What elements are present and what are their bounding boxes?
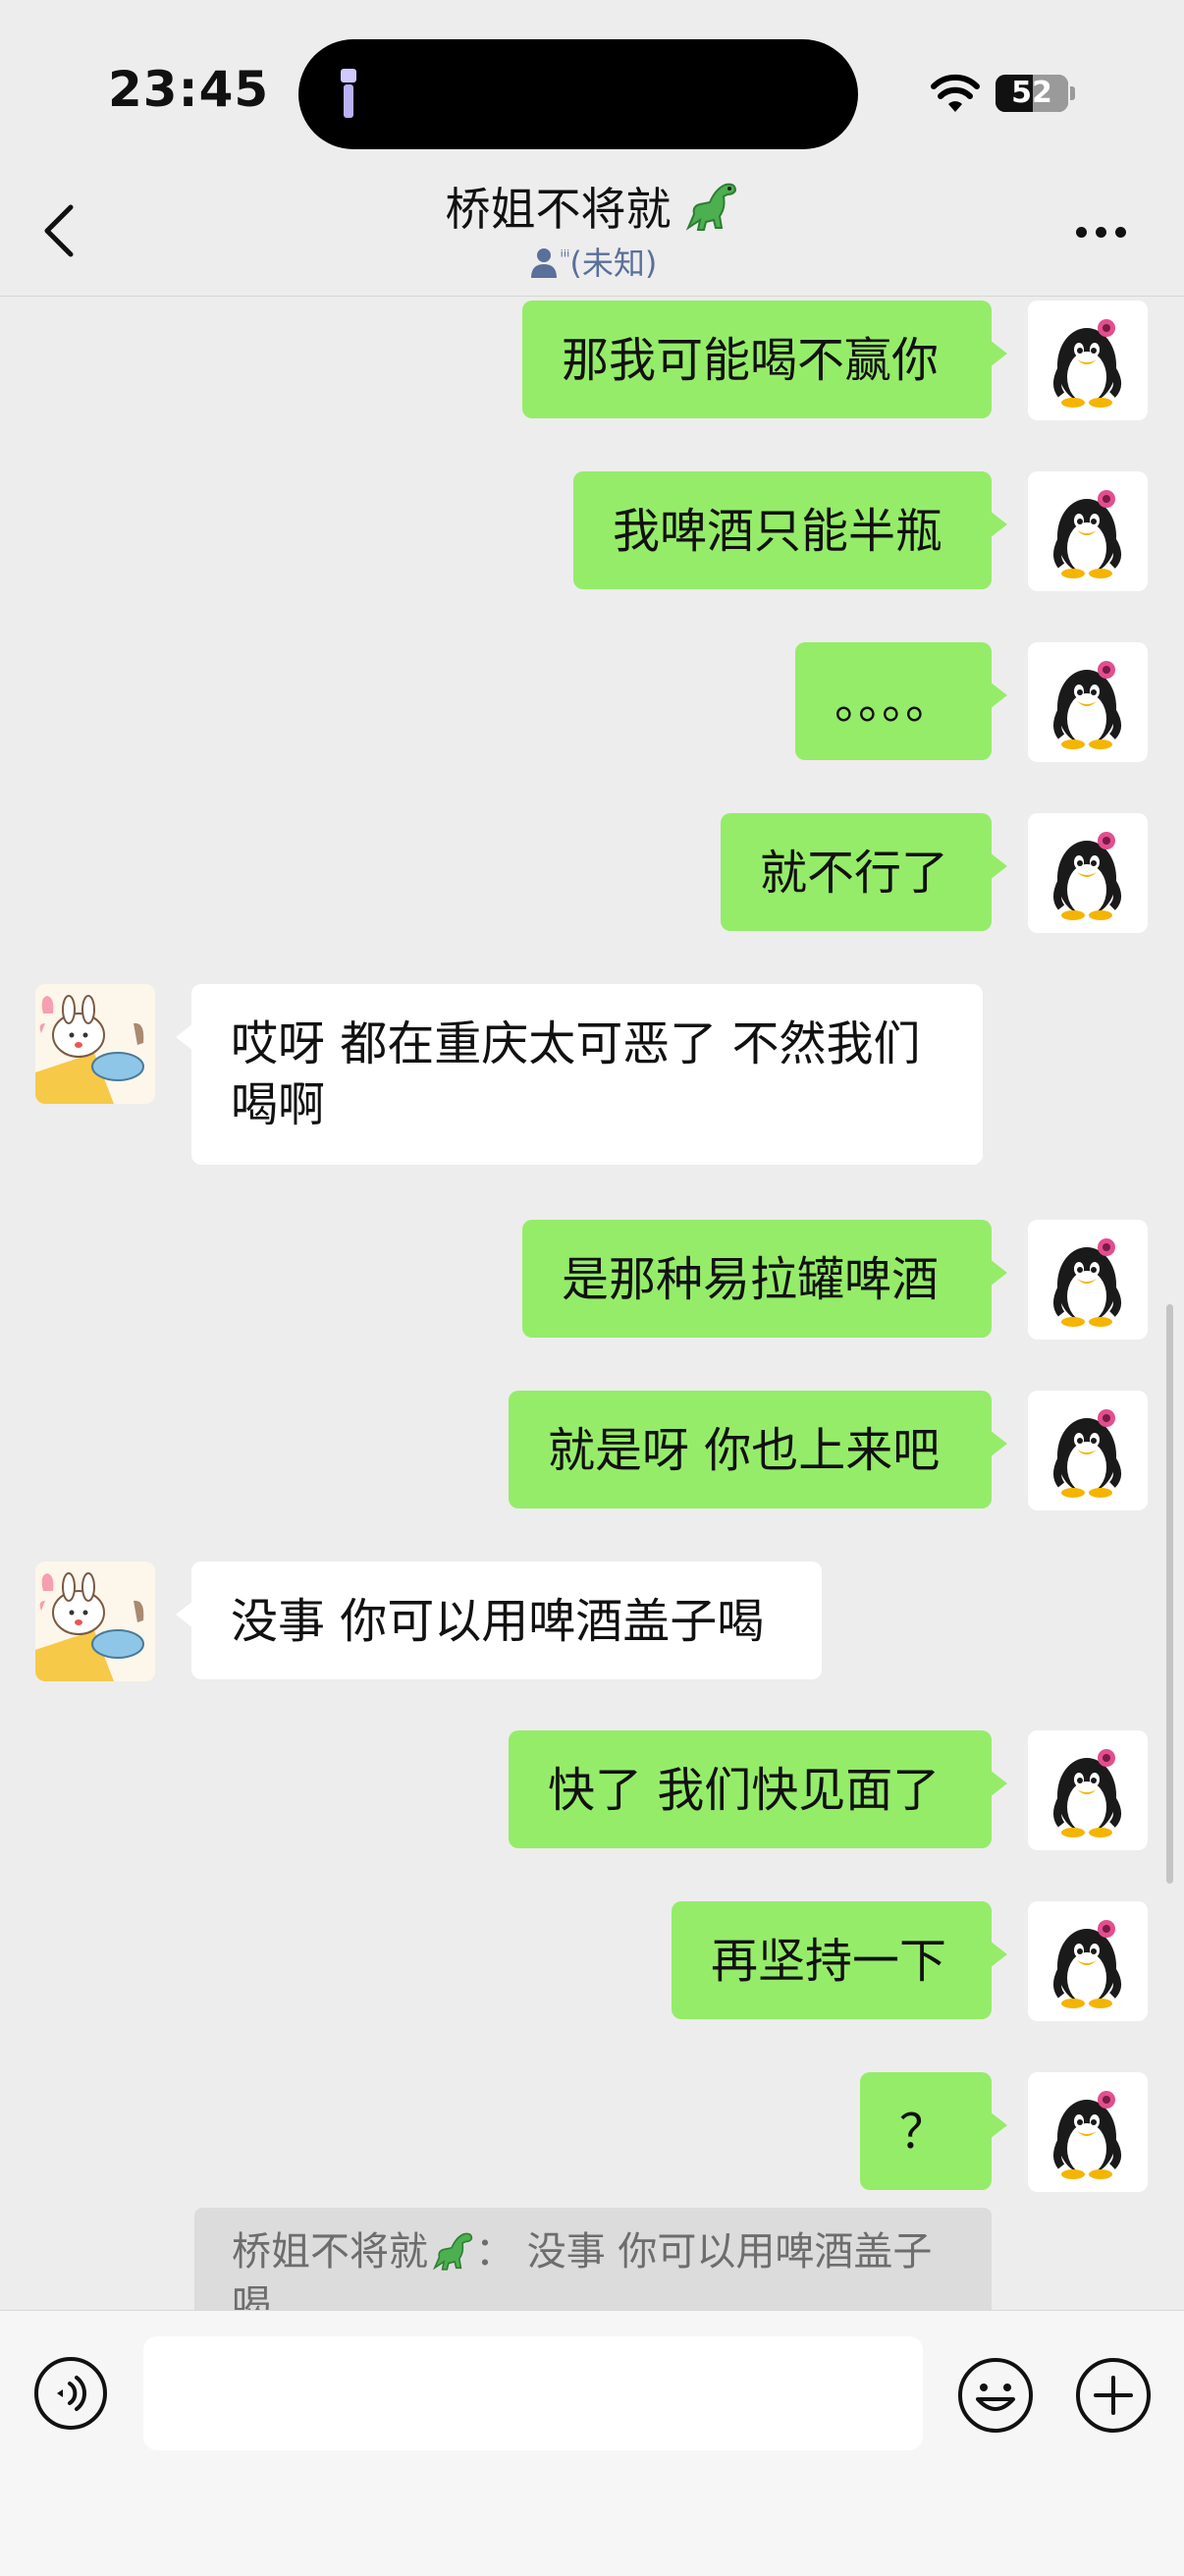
my-avatar[interactable] bbox=[1028, 1220, 1148, 1340]
contact-message-bubble[interactable]: 没事 你可以用啤酒盖子喝 bbox=[176, 1562, 822, 1679]
contact-avatar[interactable] bbox=[35, 1562, 155, 1681]
my-message-bubble[interactable]: 就不行了 bbox=[721, 813, 1007, 931]
dinosaur-emoji-icon bbox=[432, 2232, 473, 2271]
battery-percent: 52 bbox=[1011, 76, 1052, 110]
person-icon bbox=[530, 248, 557, 278]
wifi-icon bbox=[931, 74, 980, 112]
my-avatar[interactable] bbox=[1028, 2072, 1148, 2192]
my-avatar[interactable] bbox=[1028, 642, 1148, 762]
status-text: (未知) bbox=[569, 245, 658, 282]
my-message-bubble[interactable]: 是那种易拉罐啤酒 bbox=[522, 1220, 1007, 1338]
my-avatar[interactable] bbox=[1028, 301, 1148, 420]
my-avatar[interactable] bbox=[1028, 1391, 1148, 1510]
contact-avatar[interactable] bbox=[35, 984, 155, 1104]
status-time: 23:45 bbox=[108, 61, 270, 118]
contact-message-bubble[interactable]: 哎呀 都在重庆太可恶了 不然我们 喝啊 bbox=[176, 984, 983, 1165]
my-avatar[interactable] bbox=[1028, 471, 1148, 591]
voice-icon[interactable] bbox=[33, 2356, 108, 2431]
flashlight-icon bbox=[341, 69, 356, 118]
message-input[interactable] bbox=[143, 2336, 923, 2450]
input-bar bbox=[0, 2310, 1184, 2576]
my-avatar[interactable] bbox=[1028, 813, 1148, 933]
chat-title-wrap[interactable]: 桥姐不将就 bbox=[0, 174, 1184, 239]
battery-indicator: 52 bbox=[996, 75, 1068, 112]
chat-status: ⁱⁱⁱ(未知) bbox=[0, 239, 1184, 284]
chat-title: 桥姐不将就 bbox=[445, 183, 672, 236]
chat-header: 桥姐不将就 ⁱⁱⁱ(未知) bbox=[0, 162, 1184, 297]
my-message-bubble[interactable]: 再坚持一下 bbox=[672, 1901, 1007, 2019]
emoji-icon[interactable] bbox=[956, 2356, 1035, 2435]
my-message-bubble[interactable]: 我啤酒只能半瓶 bbox=[573, 471, 1007, 589]
status-bar: 23:45 52 bbox=[0, 0, 1184, 187]
my-message-bubble[interactable]: 快了 我们快见面了 bbox=[509, 1730, 1007, 1848]
dinosaur-emoji-icon bbox=[685, 183, 736, 231]
battery-cap bbox=[1070, 86, 1075, 100]
message-list[interactable]: 那我可能喝不赢你 我啤酒只能半瓶 。。。。 就不行了 哎呀 都在重庆太可恶了 不… bbox=[0, 297, 1184, 2308]
my-avatar[interactable] bbox=[1028, 1901, 1148, 2021]
my-avatar[interactable] bbox=[1028, 1730, 1148, 1850]
more-dots-icon[interactable] bbox=[1076, 223, 1135, 238]
scroll-indicator[interactable] bbox=[1166, 1304, 1173, 1884]
my-message-bubble[interactable]: ？ bbox=[860, 2072, 1007, 2190]
dynamic-island bbox=[298, 39, 858, 149]
my-message-bubble[interactable]: 就是呀 你也上来吧 bbox=[509, 1391, 1007, 1508]
my-message-bubble[interactable]: 那我可能喝不赢你 bbox=[522, 301, 1007, 418]
my-message-bubble[interactable]: 。。。。 bbox=[795, 642, 1007, 760]
quoted-message[interactable]: 桥姐不将就 ： 没事 你可以用啤酒盖子喝 bbox=[194, 2208, 992, 2316]
plus-icon[interactable] bbox=[1074, 2356, 1153, 2435]
typing-dots: ⁱⁱⁱ bbox=[560, 247, 570, 268]
quote-name: 桥姐不将就 bbox=[232, 2229, 428, 2275]
